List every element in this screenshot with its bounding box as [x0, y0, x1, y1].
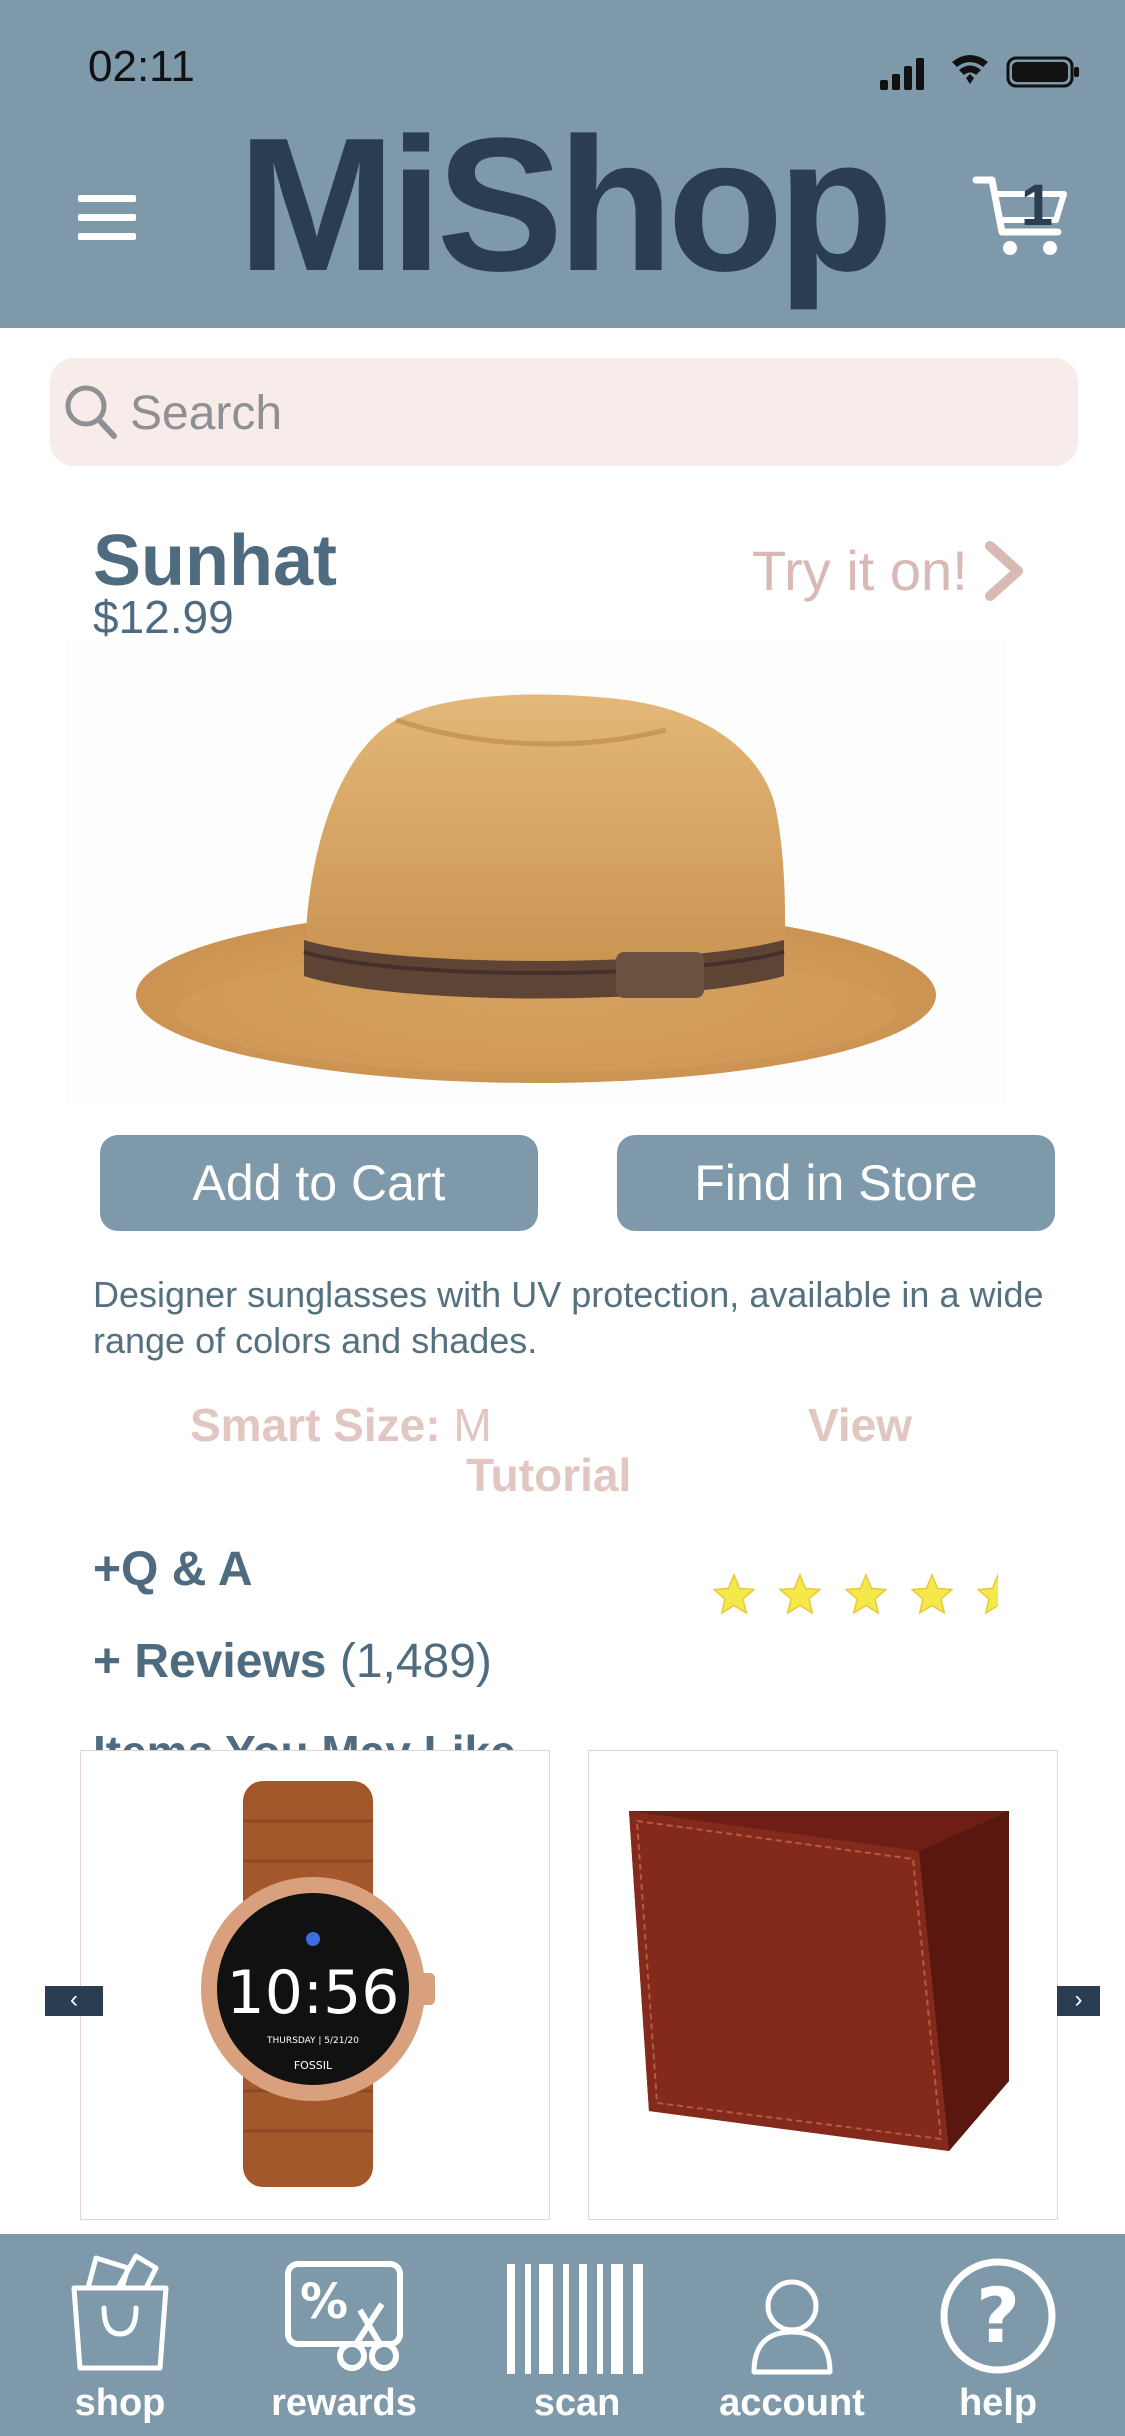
status-time: 02:11: [88, 42, 195, 91]
reviews-count: (1,489): [339, 1635, 492, 1688]
tab-rewards-label: rewards: [271, 2382, 417, 2424]
carousel-prev-button[interactable]: ‹: [45, 1986, 103, 2016]
tab-scan[interactable]: scan: [487, 2234, 667, 2436]
view-tutorial-label-2[interactable]: Tutorial: [466, 1448, 631, 1502]
star-icon: [713, 1573, 755, 1615]
recommendation-card-watch[interactable]: 10:56 THURSDAY | 5/21/20 FOSSIL: [80, 1750, 550, 2220]
watch-face-time: 10:56: [227, 1958, 400, 2028]
product-description: Designer sunglasses with UV protection, …: [93, 1274, 1044, 1361]
smart-size-value: M: [453, 1399, 492, 1451]
qa-section-toggle[interactable]: +Q & A: [93, 1542, 253, 1597]
try-on-link[interactable]: Try it on!: [752, 538, 968, 603]
star-icon: [977, 1573, 998, 1615]
brand-logo: MiShop: [237, 99, 894, 311]
tab-account-label: account: [719, 2382, 865, 2424]
status-icons: [880, 55, 1079, 90]
tab-help-label: help: [958, 2382, 1038, 2424]
tab-account[interactable]: account: [702, 2234, 882, 2436]
star-icon: [911, 1573, 953, 1615]
help-icon: ?: [940, 2258, 1056, 2374]
cart-count-badge: 1: [1020, 173, 1054, 238]
watch-face-brand: FOSSIL: [294, 2059, 333, 2072]
find-in-store-button[interactable]: Find in Store: [617, 1135, 1055, 1231]
watch-face-date: THURSDAY | 5/21/20: [266, 2036, 359, 2046]
svg-text:%: %: [300, 2274, 348, 2330]
product-price: $12.99: [93, 591, 234, 643]
search-input[interactable]: [128, 380, 1032, 446]
smart-size[interactable]: Smart Size: M: [190, 1398, 492, 1452]
tab-rewards[interactable]: % rewards: [254, 2234, 434, 2436]
coupon-icon: %: [285, 2261, 403, 2371]
svg-text:?: ?: [976, 2271, 1020, 2360]
carousel-next-button[interactable]: ›: [1057, 1986, 1100, 2016]
barcode-icon: [507, 2264, 643, 2374]
bottom-tab-bar: shop % rewards scan account ? help: [0, 2234, 1125, 2436]
tab-shop[interactable]: shop: [30, 2234, 210, 2436]
tab-scan-label: scan: [533, 2382, 621, 2424]
rating-stars: [713, 1573, 998, 1615]
tab-shop-label: shop: [74, 2382, 166, 2424]
chevron-right-icon[interactable]: [980, 540, 1028, 602]
reviews-section-toggle[interactable]: + Reviews (1,489): [93, 1634, 492, 1689]
view-tutorial-label-1[interactable]: View: [808, 1398, 912, 1452]
star-icon: [779, 1573, 821, 1615]
star-icon: [845, 1573, 887, 1615]
shopping-bag-icon: [71, 2253, 169, 2371]
wallet-image: [629, 1811, 1009, 2151]
watch-image: 10:56 THURSDAY | 5/21/20 FOSSIL: [201, 1781, 435, 2187]
battery-icon: [1006, 56, 1079, 88]
wifi-icon: [952, 55, 988, 84]
signal-icon: [880, 58, 924, 90]
add-to-cart-button[interactable]: Add to Cart: [100, 1135, 538, 1231]
sunhat-image: [66, 640, 1006, 1106]
recommendation-card-wallet[interactable]: [588, 1750, 1058, 2220]
tab-help[interactable]: ? help: [908, 2234, 1088, 2436]
user-icon: [751, 2279, 833, 2375]
smart-size-label: Smart Size:: [190, 1399, 441, 1451]
reviews-label: + Reviews: [93, 1635, 327, 1688]
search-icon: [65, 385, 117, 439]
